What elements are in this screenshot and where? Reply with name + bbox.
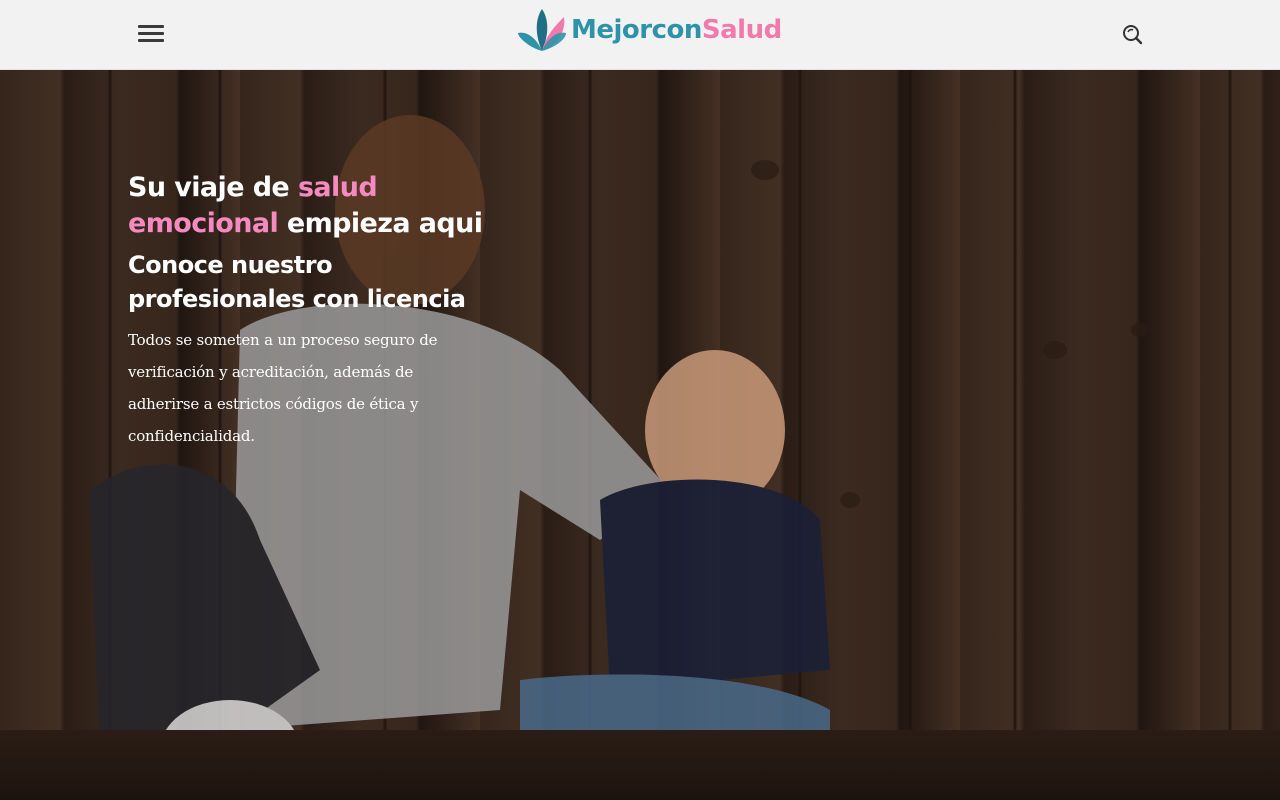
floor xyxy=(0,730,1280,800)
logo-word-salud: Salud xyxy=(701,15,782,45)
hero-subheadline: Conoce nuestro profesionales con licenci… xyxy=(128,251,466,313)
headline-highlight-emocional: emocional xyxy=(128,208,279,239)
hero-headline: Su viaje de salud emocional empieza aqui xyxy=(128,172,483,239)
hero-description: Todos se someten a un proceso seguro de … xyxy=(128,331,438,445)
logo-wordmark: MejorconSalud xyxy=(571,15,782,45)
hamburger-menu-icon[interactable] xyxy=(136,22,168,46)
site-logo[interactable]: MejorconSalud xyxy=(516,7,782,53)
hero-text-block: Su viaje de salud emocional empieza aqui … xyxy=(128,170,488,452)
logo-word-con: con xyxy=(651,15,703,45)
logo-word-mejor: Mejor xyxy=(571,15,652,45)
search-icon[interactable] xyxy=(1120,22,1144,46)
top-navigation-bar: MejorconSalud xyxy=(0,0,1280,70)
headline-highlight-salud: salud xyxy=(297,172,378,203)
lotus-logo-icon xyxy=(518,9,566,51)
hero-banner: Su viaje de salud emocional empieza aqui … xyxy=(0,70,1280,800)
